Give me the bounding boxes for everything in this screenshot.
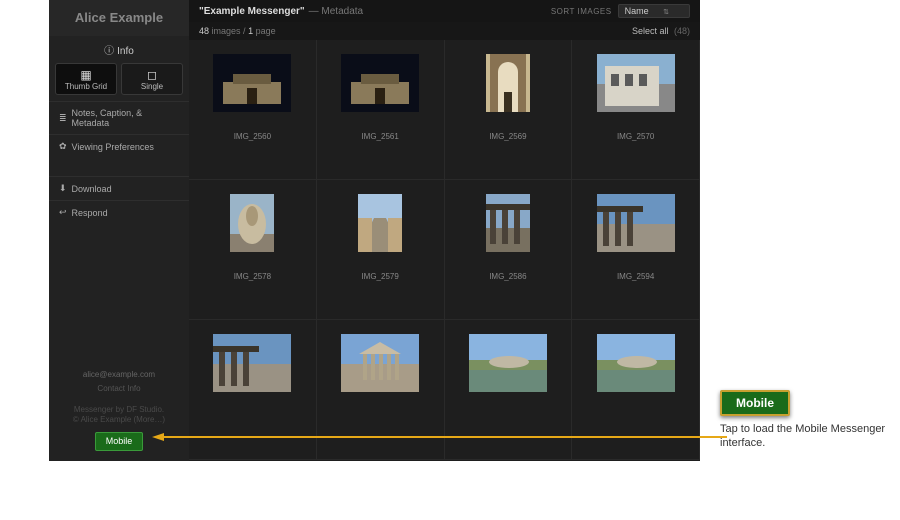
thumbnail-cell[interactable]: IMG_2586: [445, 180, 573, 320]
sort-select[interactable]: Name ⇅: [618, 4, 690, 18]
thumbnail-cell[interactable]: [572, 320, 700, 460]
thumbnail-image: [213, 334, 291, 392]
sidebar-item-download[interactable]: ⬇ Download: [49, 176, 189, 200]
thumbnail-image: [230, 194, 274, 252]
single-view-button[interactable]: ◻ Single: [121, 63, 183, 95]
thumbnail-image: [597, 334, 675, 392]
thumbnail-image: [341, 334, 419, 392]
thumbnail-cell[interactable]: [445, 320, 573, 460]
thumbnail-cell[interactable]: [317, 320, 445, 460]
annotation-callout: Mobile Tap to load the Mobile Messenger …: [720, 390, 890, 451]
owner-email[interactable]: alice@example.com: [55, 369, 183, 381]
countbar: 48 images / 1 page Select all (48): [189, 22, 700, 40]
thumbnail-caption: IMG_2578: [234, 272, 271, 281]
select-all-button[interactable]: Select all (48): [632, 26, 690, 36]
page-suffix: page: [256, 26, 276, 36]
thumbnail-image: [469, 334, 547, 392]
owner-name: Alice Example: [49, 0, 189, 36]
download-label: Download: [72, 184, 112, 194]
thumbnail-image: [486, 194, 530, 252]
credit-line2: © Alice Example (More…): [55, 415, 183, 425]
notes-label: Notes, Caption, & Metadata: [72, 108, 179, 128]
topbar: "Example Messenger" — Metadata SORT IMAG…: [189, 0, 700, 22]
thumbnail-image: [213, 54, 291, 112]
reply-icon: ↩: [59, 207, 67, 218]
contact-link[interactable]: Contact Info: [55, 383, 183, 395]
thumbnail-caption: IMG_2569: [489, 132, 526, 141]
credit-line1: Messenger by DF Studio.: [55, 405, 183, 415]
thumbnail-grid: IMG_2560 IMG_2561 IMG_2569 IMG_2570 IMG_2578…: [189, 40, 700, 461]
gear-icon: ✿: [59, 141, 67, 152]
main-panel: "Example Messenger" — Metadata SORT IMAG…: [189, 0, 700, 461]
thumbnail-cell[interactable]: IMG_2570: [572, 40, 700, 180]
grid-icon: ▦: [56, 68, 116, 82]
thumbnail-caption: IMG_2594: [617, 272, 654, 281]
thumbnail-cell[interactable]: IMG_2578: [189, 180, 317, 320]
single-view-label: Single: [141, 82, 163, 91]
thumbnail-caption: IMG_2561: [361, 132, 398, 141]
thumbnail-image: [358, 194, 402, 252]
thumbnail-caption: IMG_2560: [234, 132, 271, 141]
thumbnail-cell[interactable]: IMG_2579: [317, 180, 445, 320]
annotation-mobile-button: Mobile: [720, 390, 790, 416]
download-icon: ⬇: [59, 183, 67, 194]
annotation-text: Tap to load the Mobile Messenger interfa…: [720, 422, 890, 451]
thumb-grid-button[interactable]: ▦ Thumb Grid: [55, 63, 117, 95]
sort-value: Name: [625, 6, 649, 16]
sidebar-footer: alice@example.com Contact Info Messenger…: [49, 361, 189, 461]
thumbnail-cell[interactable]: [189, 320, 317, 460]
sidebar: Alice Example ⓘInfo ▦ Thumb Grid ◻ Singl…: [49, 0, 189, 461]
thumbnail-cell[interactable]: IMG_2594: [572, 180, 700, 320]
thumbnail-image: [486, 54, 530, 112]
info-label: Info: [117, 46, 134, 57]
thumbnail-image: [597, 54, 675, 112]
select-all-count: (48): [674, 26, 690, 36]
thumbnail-caption: IMG_2579: [361, 272, 398, 281]
info-icon: ⓘ: [104, 46, 114, 57]
thumbnail-cell[interactable]: IMG_2560: [189, 40, 317, 180]
thumbnail-image: [341, 54, 419, 112]
thumb-grid-label: Thumb Grid: [65, 82, 107, 91]
thumbnail-cell[interactable]: IMG_2561: [317, 40, 445, 180]
prefs-label: Viewing Preferences: [72, 142, 154, 152]
sidebar-item-respond[interactable]: ↩ Respond: [49, 200, 189, 224]
sidebar-item-notes[interactable]: ≣ Notes, Caption, & Metadata: [49, 101, 189, 134]
chevron-updown-icon: ⇅: [663, 9, 669, 16]
app-window: Alice Example ⓘInfo ▦ Thumb Grid ◻ Singl…: [49, 0, 700, 461]
sort-label: SORT IMAGES: [551, 7, 612, 16]
sidebar-item-prefs[interactable]: ✿ Viewing Preferences: [49, 134, 189, 158]
project-title: "Example Messenger": [199, 6, 305, 17]
mobile-button[interactable]: Mobile: [95, 432, 144, 452]
respond-label: Respond: [72, 208, 108, 218]
view-toggle: ▦ Thumb Grid ◻ Single: [49, 63, 189, 101]
image-count: 48: [199, 26, 209, 36]
thumbnail-caption: IMG_2586: [489, 272, 526, 281]
count-suffix: images /: [212, 26, 246, 36]
info-header: ⓘInfo: [49, 36, 189, 63]
thumbnail-image: [597, 194, 675, 252]
select-all-label: Select all: [632, 26, 669, 36]
notes-icon: ≣: [59, 113, 67, 124]
project-subtitle: — Metadata: [309, 6, 363, 17]
thumbnail-cell[interactable]: IMG_2569: [445, 40, 573, 180]
thumbnail-caption: IMG_2570: [617, 132, 654, 141]
single-icon: ◻: [122, 68, 182, 82]
